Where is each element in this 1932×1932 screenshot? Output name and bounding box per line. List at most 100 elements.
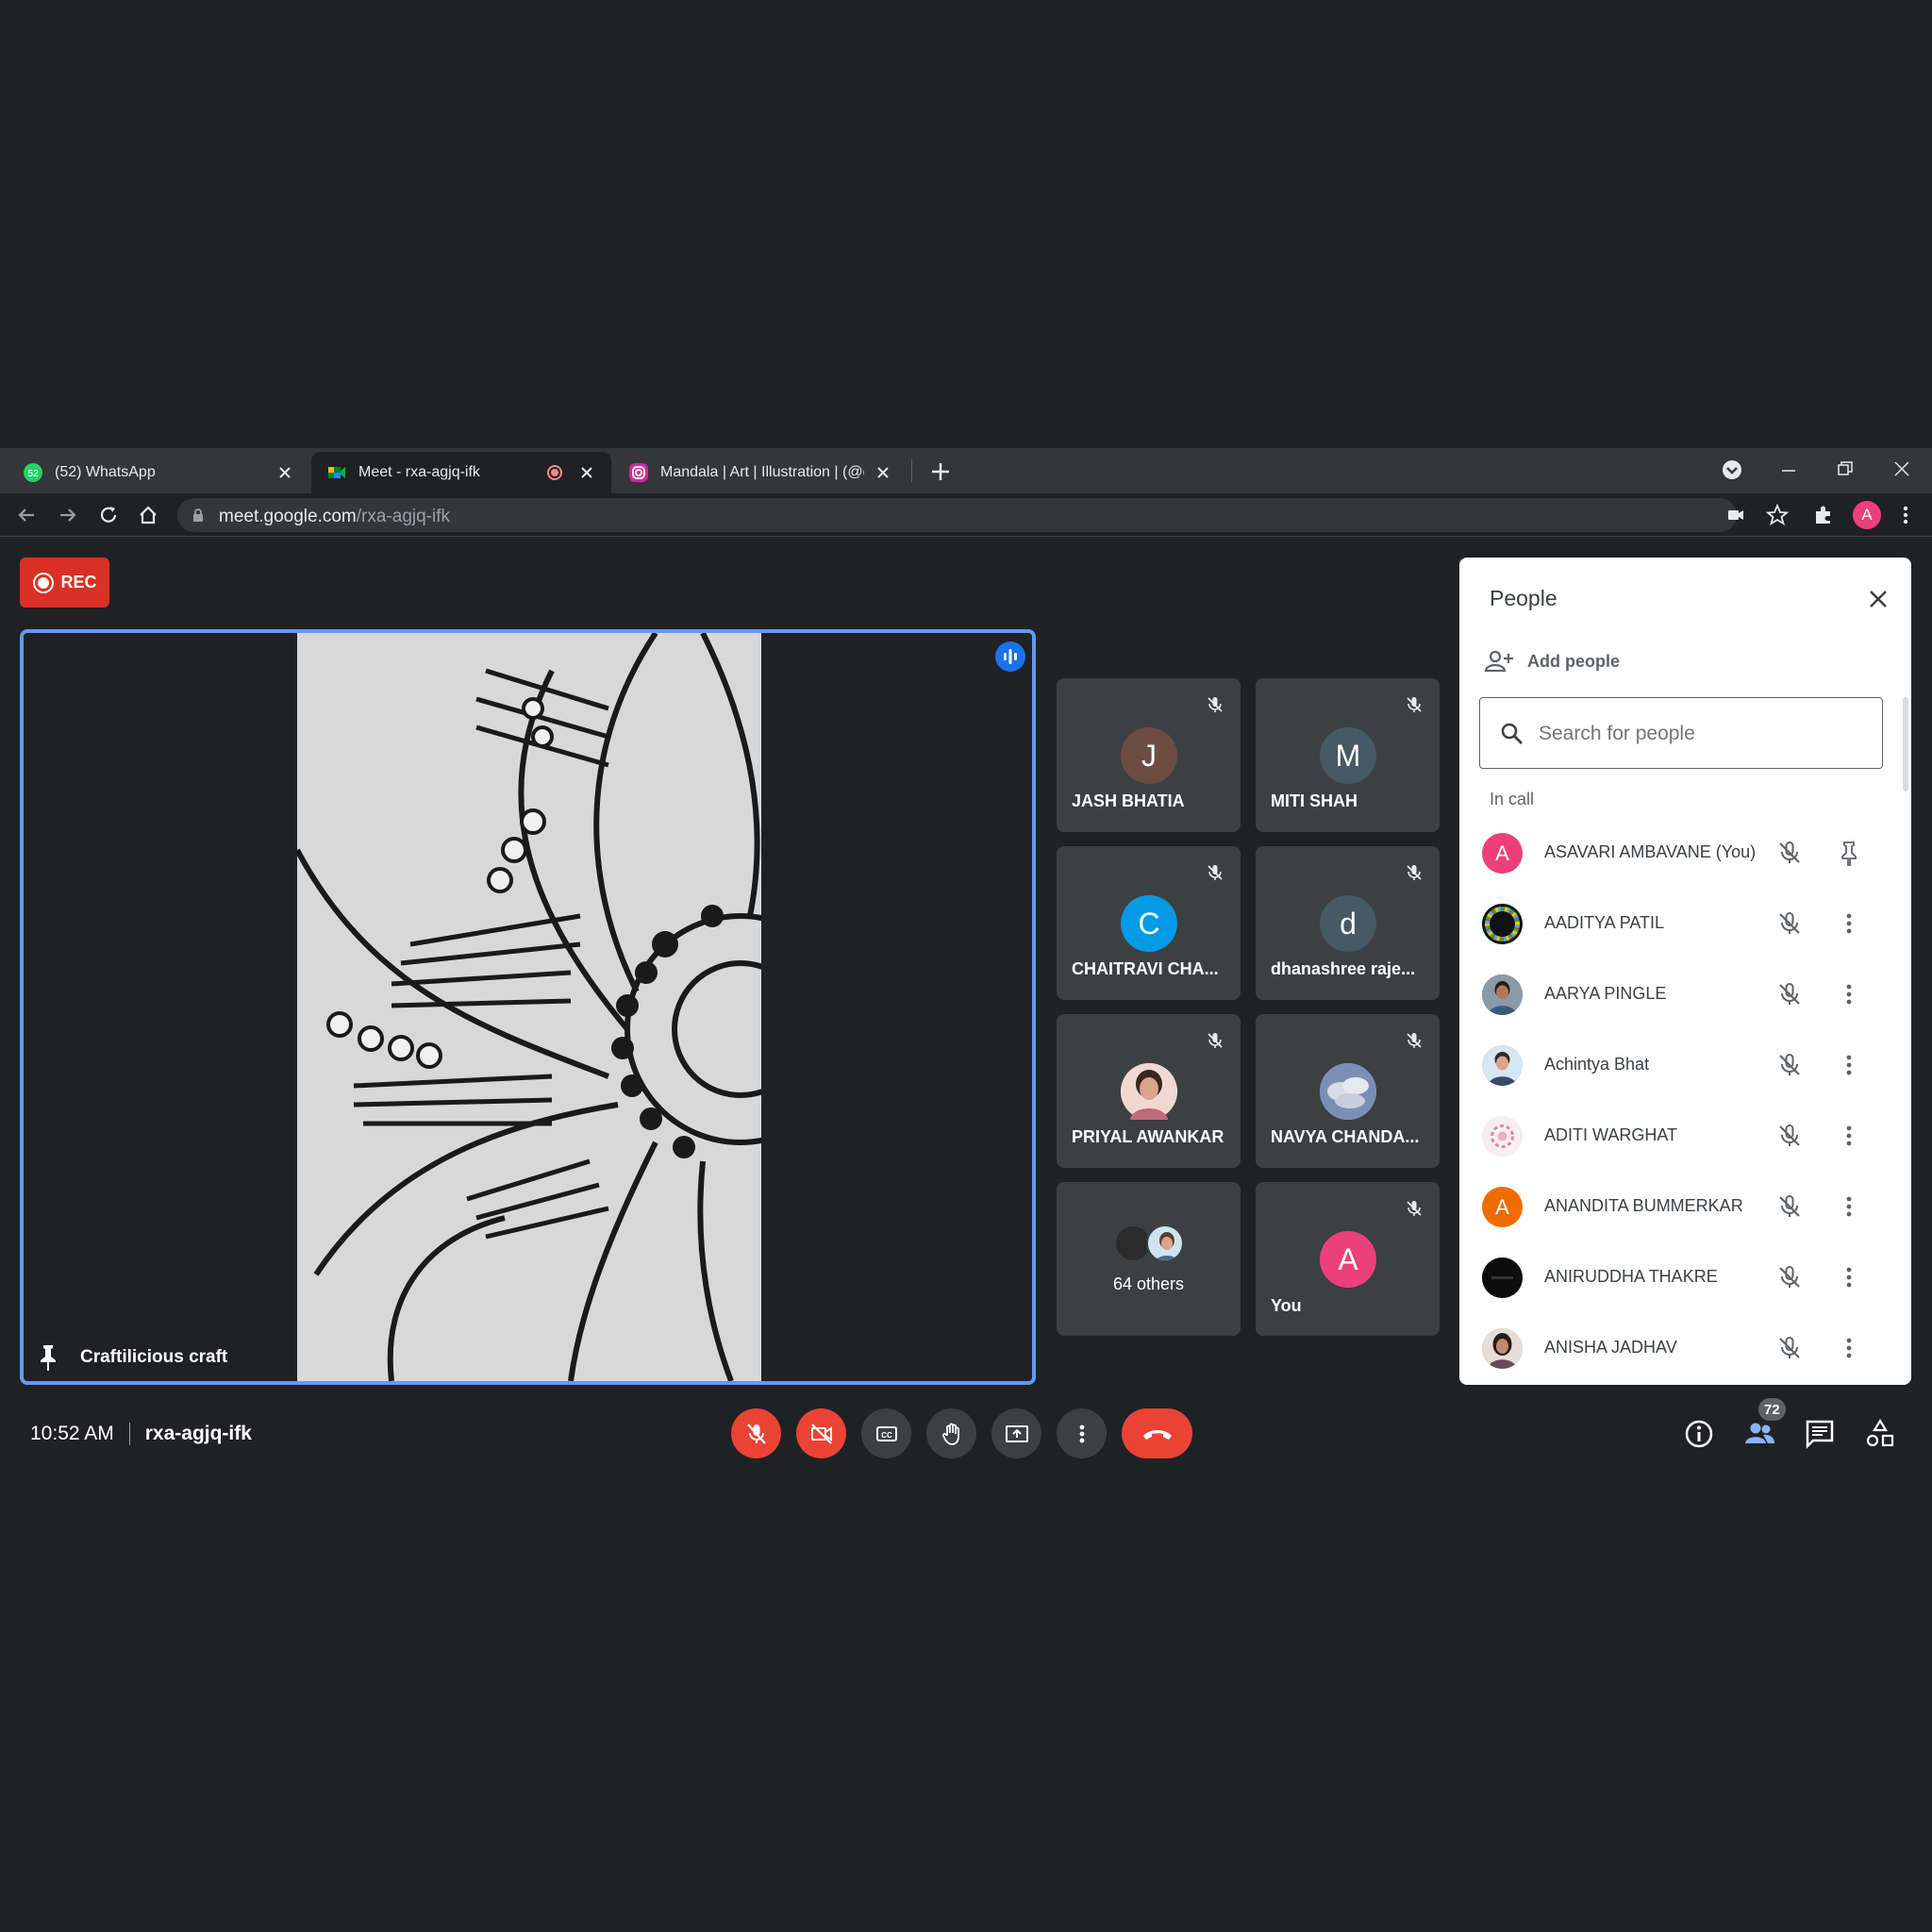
back-icon[interactable] — [13, 502, 40, 528]
raise-hand-button[interactable] — [926, 1408, 976, 1458]
camera-toggle-button[interactable] — [796, 1408, 846, 1458]
leave-call-button[interactable] — [1122, 1408, 1192, 1458]
list-item[interactable]: AARYA PINGLE — [1459, 959, 1903, 1030]
close-icon[interactable] — [577, 463, 596, 482]
add-people-label: Add people — [1527, 651, 1620, 671]
minimize-icon[interactable] — [1777, 459, 1800, 482]
extensions-icon[interactable] — [1810, 502, 1837, 528]
mic-off-icon[interactable] — [1775, 839, 1804, 867]
list-item[interactable]: AADITYA PATIL — [1459, 889, 1903, 959]
forward-icon[interactable] — [55, 502, 81, 528]
closed-captions-icon: CC — [875, 1425, 897, 1441]
pin-icon[interactable] — [35, 1342, 61, 1373]
tab-instagram[interactable]: Mandala | Art | Illustration | (@cr — [613, 452, 908, 493]
meeting-info-icon[interactable] — [1682, 1417, 1716, 1451]
person-name: ANIRUDDHA THAKRE — [1544, 1267, 1718, 1286]
mic-off-icon[interactable] — [1775, 1051, 1804, 1079]
camera-in-use-icon[interactable] — [1724, 504, 1747, 526]
avatar: J — [1121, 727, 1177, 784]
captions-button[interactable]: CC — [861, 1408, 911, 1458]
search-icon — [1501, 723, 1523, 744]
participant-name: dhanashree raje... — [1271, 959, 1416, 978]
reload-icon[interactable] — [95, 502, 122, 528]
panel-title: People — [1490, 586, 1557, 610]
muted-icon — [1401, 1027, 1427, 1054]
close-icon[interactable] — [275, 463, 294, 482]
lock-icon[interactable] — [191, 508, 206, 523]
recording-button[interactable]: REC — [20, 558, 109, 608]
avatar: d — [1320, 895, 1376, 952]
search-box[interactable] — [1479, 697, 1883, 769]
chat-icon[interactable] — [1803, 1417, 1837, 1451]
participant-name: You — [1271, 1296, 1302, 1315]
participant-tile[interactable]: PRIYAL AWANKAR — [1057, 1014, 1241, 1168]
close-panel-icon[interactable] — [1865, 586, 1891, 612]
list-item[interactable]: ANIRUDDHA THAKRE — [1459, 1242, 1903, 1313]
participant-tile[interactable]: M MITI SHAH — [1256, 678, 1440, 832]
tab-search-icon[interactable] — [1720, 458, 1744, 482]
mic-off-icon — [746, 1423, 766, 1444]
participant-tile[interactable]: J JASH BHATIA — [1057, 678, 1241, 832]
more-options-icon[interactable] — [1835, 1051, 1863, 1079]
person-name: Achintya Bhat — [1544, 1055, 1650, 1074]
others-tile[interactable]: 64 others — [1057, 1182, 1241, 1336]
close-icon[interactable] — [874, 463, 892, 482]
list-item[interactable]: A ASAVARI AMBAVANE (You) — [1459, 818, 1903, 889]
muted-icon — [1202, 859, 1228, 886]
more-options-icon[interactable] — [1835, 1192, 1863, 1221]
mandala-drawing-image — [297, 633, 761, 1381]
list-item[interactable]: A ANANDITA BUMMERKAR — [1459, 1172, 1903, 1242]
people-icon[interactable] — [1742, 1417, 1776, 1451]
window-close-icon[interactable] — [1890, 458, 1913, 480]
more-options-icon — [1079, 1424, 1084, 1442]
speaking-indicator-icon — [995, 641, 1025, 672]
present-screen-button[interactable] — [991, 1408, 1041, 1458]
avatar-photo — [1482, 1328, 1523, 1369]
meet-icon — [328, 467, 345, 478]
participant-tile[interactable]: C CHAITRAVI CHA... — [1057, 846, 1241, 1000]
scrollbar[interactable] — [1903, 697, 1908, 791]
tab-whatsapp[interactable]: 52 (52) WhatsApp — [8, 452, 309, 493]
address-bar[interactable]: meet.google.com/rxa-agjq-ifk — [177, 498, 1790, 532]
home-icon[interactable] — [135, 502, 161, 528]
present-screen-icon — [1005, 1424, 1028, 1442]
list-item[interactable]: Achintya Bhat — [1459, 1030, 1903, 1101]
tab-meet[interactable]: Meet - rxa-agjq-ifk — [311, 452, 611, 493]
participant-tile[interactable]: d dhanashree raje... — [1256, 846, 1440, 1000]
new-tab-icon[interactable] — [928, 459, 953, 484]
list-item[interactable]: ANISHA JADHAV — [1459, 1313, 1903, 1384]
tab-strip: 52 (52) WhatsApp Meet - rxa-agjq-ifk Man… — [0, 448, 1932, 493]
avatar-photo — [1320, 1063, 1376, 1120]
mic-off-icon[interactable] — [1775, 980, 1804, 1008]
search-input[interactable] — [1539, 721, 1869, 747]
more-options-icon[interactable] — [1835, 909, 1863, 938]
mic-off-icon[interactable] — [1775, 1263, 1804, 1291]
tab-divider — [911, 459, 912, 482]
participant-name: MITI SHAH — [1271, 791, 1357, 810]
camera-off-icon — [810, 1423, 832, 1444]
bookmark-star-icon[interactable] — [1765, 503, 1790, 527]
restore-icon[interactable] — [1834, 458, 1857, 480]
more-options-icon[interactable] — [1835, 980, 1863, 1008]
activities-icon[interactable] — [1863, 1417, 1897, 1451]
list-item[interactable]: ADITI WARGHAT — [1459, 1101, 1903, 1172]
self-tile[interactable]: A You — [1256, 1182, 1440, 1336]
browser-menu-icon[interactable] — [1892, 502, 1919, 528]
mic-off-icon[interactable] — [1775, 1192, 1804, 1221]
mic-off-icon[interactable] — [1775, 1122, 1804, 1150]
mic-toggle-button[interactable] — [731, 1408, 781, 1458]
more-options-icon[interactable] — [1835, 1334, 1863, 1362]
participant-tile[interactable]: NAVYA CHANDA... — [1256, 1014, 1440, 1168]
pin-icon[interactable] — [1835, 839, 1863, 867]
more-options-button[interactable] — [1057, 1408, 1107, 1458]
more-options-icon[interactable] — [1835, 1122, 1863, 1150]
add-people-button[interactable]: Add people — [1484, 648, 1620, 675]
mic-off-icon[interactable] — [1775, 1334, 1804, 1362]
main-video-tile[interactable]: Craftilicious craft — [20, 629, 1036, 1385]
muted-icon — [1401, 691, 1427, 718]
others-count: 64 others — [1112, 1274, 1185, 1293]
participant-name: JASH BHATIA — [1072, 791, 1185, 810]
profile-avatar[interactable]: A — [1853, 501, 1881, 529]
more-options-icon[interactable] — [1835, 1263, 1863, 1291]
mic-off-icon[interactable] — [1775, 909, 1804, 938]
